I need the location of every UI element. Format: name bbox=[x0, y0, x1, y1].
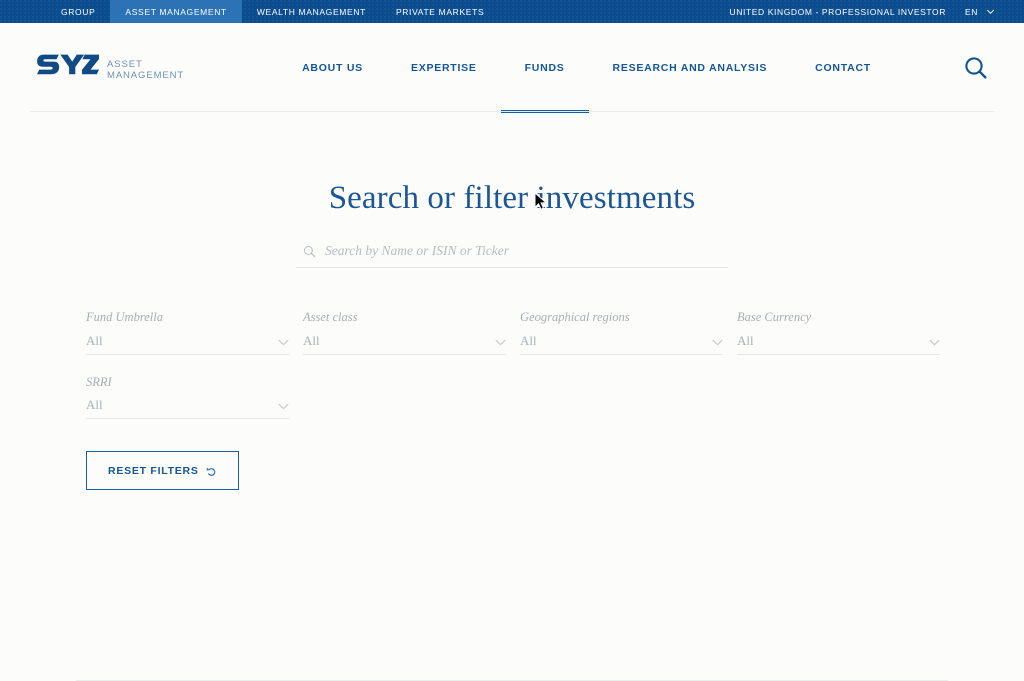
filter-value: All bbox=[86, 397, 103, 412]
logo-text: ASSET MANAGEMENT bbox=[107, 60, 184, 82]
nav-item-funds[interactable]: FUNDS bbox=[500, 23, 589, 113]
search-icon bbox=[303, 245, 316, 257]
filter-select-asset-class[interactable]: All bbox=[303, 334, 506, 355]
filter-value: All bbox=[737, 332, 754, 348]
filter-srri: SRRI All bbox=[86, 374, 289, 419]
filter-value: All bbox=[303, 332, 320, 348]
search-icon bbox=[965, 56, 987, 79]
chevron-down-icon bbox=[929, 339, 940, 345]
filter-value: All bbox=[86, 332, 103, 348]
language-selector[interactable]: EN bbox=[965, 7, 978, 17]
filter-select-srri[interactable]: All bbox=[86, 398, 289, 419]
topbar-item-group[interactable]: GROUP bbox=[46, 0, 110, 23]
topbar-item-wealth-management[interactable]: WEALTH MANAGEMENT bbox=[242, 0, 381, 23]
filter-select-geographical-regions[interactable]: All bbox=[520, 334, 723, 355]
chevron-down-icon bbox=[712, 339, 723, 345]
page-content: Search or filter investments Fund Umbrel… bbox=[0, 180, 1024, 681]
main-navigation: ABOUT US EXPERTISE FUNDS RESEARCH AND AN… bbox=[278, 23, 895, 113]
chevron-down-icon bbox=[278, 403, 289, 410]
filter-base-currency: Base Currency All bbox=[737, 311, 940, 355]
topbar-item-asset-management[interactable]: ASSET MANAGEMENT bbox=[110, 0, 242, 23]
topbar-item-private-markets[interactable]: PRIVATE MARKETS bbox=[381, 0, 499, 23]
logo-mark bbox=[37, 54, 99, 83]
filter-fund-umbrella: Fund Umbrella All bbox=[86, 311, 289, 355]
filter-asset-class: Asset class All bbox=[303, 311, 506, 355]
filter-label: Geographical regions bbox=[520, 310, 630, 324]
undo-arrow-icon bbox=[206, 466, 215, 476]
filter-grid: Fund Umbrella All Asset class All Geogra… bbox=[86, 311, 942, 419]
nav-item-expertise[interactable]: EXPERTISE bbox=[387, 23, 501, 112]
filter-label: Fund Umbrella bbox=[86, 310, 163, 324]
chevron-down-icon bbox=[278, 339, 289, 345]
chevron-down-icon bbox=[495, 339, 506, 345]
search-input[interactable] bbox=[325, 243, 728, 259]
page-title: Search or filter investments bbox=[328, 180, 696, 216]
header-search-button[interactable] bbox=[961, 53, 991, 83]
reset-filters-row: RESET FILTERS bbox=[86, 451, 1024, 490]
top-utility-bar-links: GROUP ASSET MANAGEMENT WEALTH MANAGEMENT… bbox=[46, 0, 499, 23]
nav-item-contact[interactable]: CONTACT bbox=[791, 23, 895, 112]
reset-filters-label: RESET FILTERS bbox=[108, 464, 199, 477]
locale-selector[interactable]: UNITED KINGDOM - PROFESSIONAL INVESTOR bbox=[730, 7, 946, 17]
syz-wordmark-icon bbox=[37, 54, 99, 74]
investment-search-field[interactable] bbox=[296, 243, 728, 268]
nav-item-about-us[interactable]: ABOUT US bbox=[278, 23, 387, 112]
filter-value: All bbox=[520, 332, 537, 348]
filter-label: Base Currency bbox=[737, 310, 812, 324]
site-logo[interactable]: ASSET MANAGEMENT bbox=[37, 53, 184, 83]
filter-label: Asset class bbox=[303, 310, 358, 324]
nav-item-research-and-analysis[interactable]: RESEARCH AND ANALYSIS bbox=[589, 23, 792, 112]
chevron-down-icon[interactable] bbox=[986, 7, 995, 16]
header-divider bbox=[30, 111, 995, 112]
filter-select-fund-umbrella[interactable]: All bbox=[86, 334, 289, 355]
top-utility-bar: GROUP ASSET MANAGEMENT WEALTH MANAGEMENT… bbox=[0, 0, 1024, 23]
filter-select-base-currency[interactable]: All bbox=[737, 334, 940, 355]
top-utility-bar-right: UNITED KINGDOM - PROFESSIONAL INVESTOR E… bbox=[730, 0, 1024, 23]
reset-filters-button[interactable]: RESET FILTERS bbox=[86, 451, 239, 490]
filter-geographical-regions: Geographical regions All bbox=[520, 311, 723, 355]
filter-label: SRRI bbox=[86, 374, 112, 389]
logo-text-line2: MANAGEMENT bbox=[107, 69, 185, 81]
site-header: ASSET MANAGEMENT ABOUT US EXPERTISE FUND… bbox=[0, 23, 1024, 113]
